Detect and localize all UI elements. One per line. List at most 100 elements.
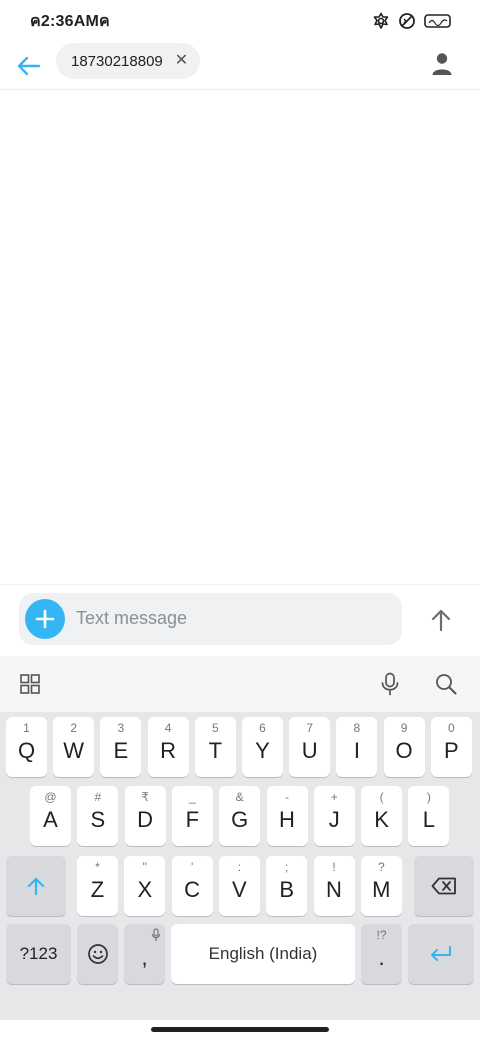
emoji-icon (87, 944, 108, 964)
key-z[interactable]: * Z (77, 856, 118, 916)
key-label: F (185, 807, 200, 832)
status-bar: ค2:36AMค (0, 0, 480, 42)
key-j[interactable]: + J (313, 786, 355, 846)
key-h[interactable]: -H (266, 786, 308, 846)
key-r[interactable]: 4R (147, 717, 189, 777)
backspace-key[interactable] (414, 856, 474, 916)
message-placeholder: Text message (76, 608, 188, 628)
key-v[interactable]: :V (218, 856, 260, 916)
shift-arrow-icon (27, 877, 45, 896)
comma-key-label: , (141, 945, 148, 970)
key-label: H (279, 807, 295, 832)
key-label: Z (90, 877, 105, 902)
apps-button[interactable] (16, 670, 44, 698)
key-label: L (422, 807, 436, 832)
key-hint: _ (189, 790, 196, 804)
key-q[interactable]: 1Q (6, 717, 47, 777)
key-n[interactable]: ! N (313, 856, 355, 916)
enter-key[interactable] (408, 924, 474, 984)
key-hint: : (237, 860, 242, 874)
key-hint: @ (44, 790, 57, 804)
key-hint: ! (332, 860, 336, 874)
plus-icon (35, 609, 55, 629)
space-key-label: English (India) (208, 944, 318, 963)
key-d[interactable]: ₹ D (124, 786, 166, 846)
key-hint: 0 (447, 721, 455, 735)
key-label: T (208, 738, 223, 763)
key-g[interactable]: & G (219, 786, 261, 846)
status-time: ค2:36AMค (30, 12, 110, 30)
key-s[interactable]: # S (77, 786, 119, 846)
key-label: M (372, 877, 391, 902)
flower-icon (373, 12, 389, 29)
key-hint: 5 (211, 721, 219, 735)
message-input[interactable]: Text message (19, 593, 402, 645)
key-hint: 3 (117, 721, 125, 735)
key-hint: 9 (400, 721, 408, 735)
home-indicator[interactable] (151, 1027, 329, 1032)
battery-icon (424, 14, 451, 28)
key-i[interactable]: 8I (336, 717, 378, 777)
status-icons (372, 12, 452, 30)
key-hint: ( (379, 790, 384, 804)
key-hint: 1 (23, 721, 30, 735)
recipient-chip[interactable]: 18730218809 ✕ (56, 43, 201, 79)
arrow-up-icon (431, 609, 451, 632)
back-button[interactable] (12, 50, 44, 82)
recipient-number: 18730218809 (71, 52, 163, 70)
key-o[interactable]: 9O (383, 717, 425, 777)
key-y[interactable]: 6Y (242, 717, 283, 777)
key-label: K (374, 807, 389, 832)
key-m[interactable]: ? M (360, 856, 402, 916)
key-hint: 6 (259, 721, 266, 735)
key-label: N (326, 877, 342, 902)
symbols-key[interactable]: ?123 (6, 924, 71, 984)
key-a[interactable]: @ A (30, 786, 71, 846)
key-hint: # (94, 790, 102, 804)
key-t[interactable]: 5T (194, 717, 236, 777)
key-hint: ' (190, 860, 194, 874)
key-l[interactable]: ) L (408, 786, 450, 846)
key-label: W (63, 738, 85, 763)
shift-key[interactable] (6, 856, 66, 916)
send-button[interactable] (424, 603, 458, 637)
key-hint: 2 (70, 721, 78, 735)
key-p[interactable]: 0P (430, 717, 472, 777)
keyboard-search-button[interactable] (432, 670, 460, 698)
voice-input-button[interactable] (376, 670, 404, 698)
no-disturb-icon (399, 13, 415, 29)
key-label: P (443, 738, 459, 763)
key-label: U (301, 738, 318, 763)
comma-key[interactable]: , (124, 924, 165, 984)
key-x[interactable]: " X (124, 856, 166, 916)
contact-button[interactable] (426, 48, 458, 80)
key-k[interactable]: (K (361, 786, 403, 846)
key-label: X (137, 877, 153, 902)
emoji-key[interactable] (77, 924, 118, 984)
close-icon[interactable]: ✕ (175, 53, 188, 69)
key-label: D (137, 807, 154, 832)
key-e[interactable]: 3E (100, 717, 142, 777)
key-label: C (184, 877, 201, 902)
key-b[interactable]: ; B (266, 856, 308, 916)
add-attachment-button[interactable] (25, 599, 65, 639)
space-key[interactable]: English (India) (171, 924, 355, 984)
period-key[interactable]: !? . (361, 924, 402, 984)
enter-icon (431, 946, 451, 961)
key-label: Y (255, 738, 270, 763)
key-label: J (328, 807, 340, 832)
key-w[interactable]: 2W (53, 717, 95, 777)
key-hint: ₹ (141, 790, 149, 804)
person-icon (432, 53, 452, 75)
microphone-hint-icon (151, 928, 161, 941)
key-label: S (90, 807, 106, 832)
key-c[interactable]: ' C (171, 856, 213, 916)
arrow-left-icon (17, 56, 41, 76)
keyboard-toolbar (0, 656, 480, 712)
key-u[interactable]: 7U (289, 717, 331, 777)
key-label: G (231, 807, 249, 832)
key-hint: ? (377, 860, 385, 874)
key-f[interactable]: _ F (171, 786, 213, 846)
key-hint: - (285, 790, 289, 804)
key-hint: & (235, 790, 244, 804)
